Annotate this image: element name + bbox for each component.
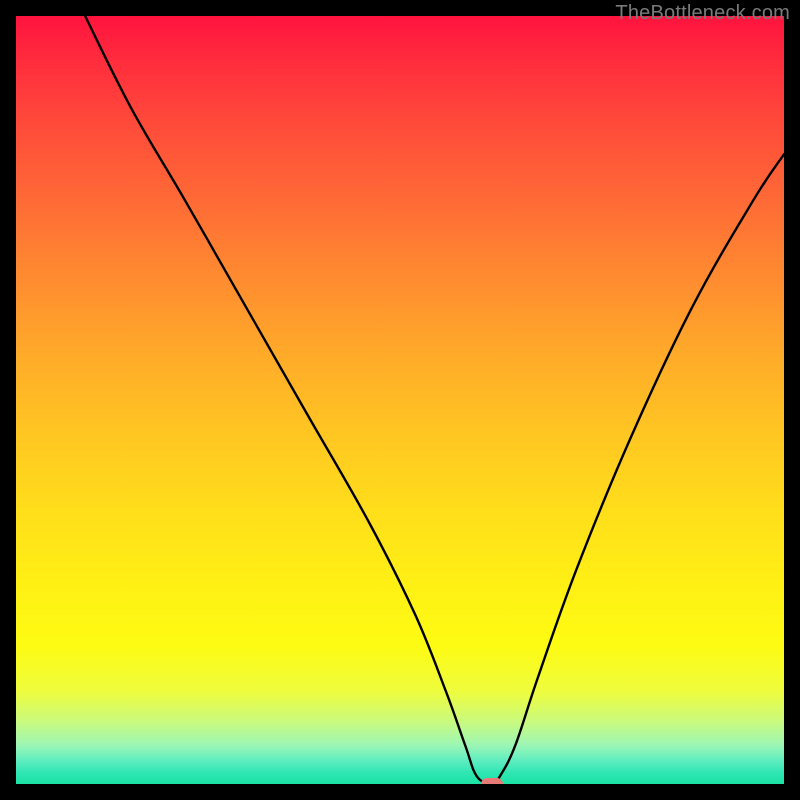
plot-region	[16, 16, 784, 784]
minimum-marker	[481, 778, 503, 784]
bottleneck-curve	[16, 16, 784, 784]
watermark-text: TheBottleneck.com	[615, 2, 790, 25]
chart-container: TheBottleneck.com	[0, 0, 800, 800]
